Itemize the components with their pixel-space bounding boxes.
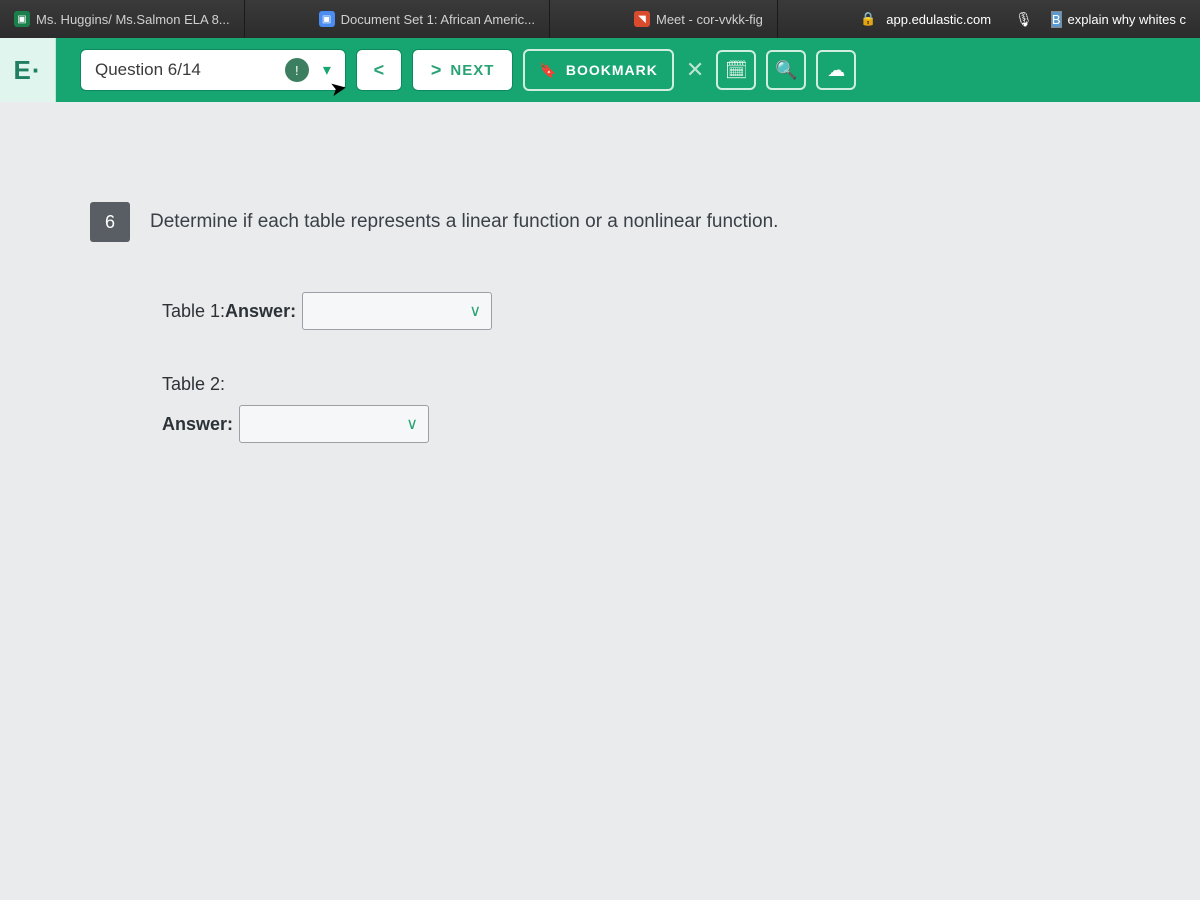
answer-dropdown-2[interactable]: ∨	[239, 405, 429, 443]
document-icon: ▣	[319, 11, 335, 27]
question-prompt: Determine if each table represents a lin…	[150, 211, 778, 233]
browser-tab-3[interactable]: ◥ Meet - cor-vvkk-fig	[620, 0, 778, 38]
answer-label-2b: Answer:	[162, 414, 233, 435]
next-label: NEXT	[450, 62, 494, 79]
lock-icon: 🔒	[860, 11, 876, 27]
answer-row-2: Table 2: Answer: ∨	[162, 374, 1140, 443]
question-number-badge: 6	[90, 202, 130, 242]
url-host: app.edulastic.com	[886, 12, 991, 27]
tab-label: Meet - cor-vvkk-fig	[656, 12, 763, 27]
browser-tab-1[interactable]: ▣ Ms. Huggins/ Ms.Salmon ELA 8...	[0, 0, 245, 38]
next-button[interactable]: > NEXT	[412, 49, 514, 91]
info-icon: !	[285, 58, 309, 82]
answer-label-2a: Table 2:	[162, 374, 225, 395]
bookmark-button[interactable]: 🔖 BOOKMARK	[523, 49, 673, 91]
cloud-upload-icon: ☁	[827, 60, 845, 81]
calculator-button[interactable]: 🗓	[716, 50, 756, 90]
chevron-down-icon: ∨	[406, 414, 418, 434]
question-counter: Question 6/14	[95, 60, 201, 80]
chevron-left-icon: <	[374, 60, 385, 81]
app-toolbar: E· ➤ Question 6/14 ! ▾ < > NEXT 🔖 BOOKMA…	[0, 38, 1200, 102]
app-logo[interactable]: E·	[0, 38, 56, 102]
tab-label: explain why whites c	[1068, 12, 1187, 27]
classroom-icon: ▣	[14, 11, 30, 27]
chevron-right-icon: >	[431, 60, 443, 81]
calculator-icon: 🗓	[725, 60, 748, 81]
upload-button[interactable]: ☁	[816, 50, 856, 90]
chevron-down-icon: ∨	[469, 301, 481, 321]
prev-button[interactable]: <	[356, 49, 402, 91]
bookmark-icon: 🔖	[539, 62, 557, 79]
answer-label-1: Table 1:Answer:	[162, 301, 296, 322]
browser-tab-2[interactable]: ▣ Document Set 1: African Americ...	[305, 0, 550, 38]
tab-label: Document Set 1: African Americ...	[341, 12, 535, 27]
answer-row-1: Table 1:Answer: ∨	[162, 292, 1140, 330]
search-icon: 🔍	[775, 60, 797, 81]
brainly-icon: B	[1051, 11, 1062, 28]
browser-tab-strip: ▣ Ms. Huggins/ Ms.Salmon ELA 8... ▣ Docu…	[0, 0, 1200, 38]
question-content: 6 Determine if each table represents a l…	[0, 102, 1200, 547]
meet-icon: ◥	[634, 11, 650, 27]
mic-icon[interactable]: 🎙	[1015, 11, 1033, 28]
bookmark-label: BOOKMARK	[566, 62, 658, 78]
answer-dropdown-1[interactable]: ∨	[302, 292, 492, 330]
question-selector[interactable]: Question 6/14 ! ▾	[80, 49, 346, 91]
tab-label: Ms. Huggins/ Ms.Salmon ELA 8...	[36, 12, 230, 27]
search-button[interactable]: 🔍	[766, 50, 806, 90]
close-icon[interactable]: ✕	[684, 57, 706, 83]
